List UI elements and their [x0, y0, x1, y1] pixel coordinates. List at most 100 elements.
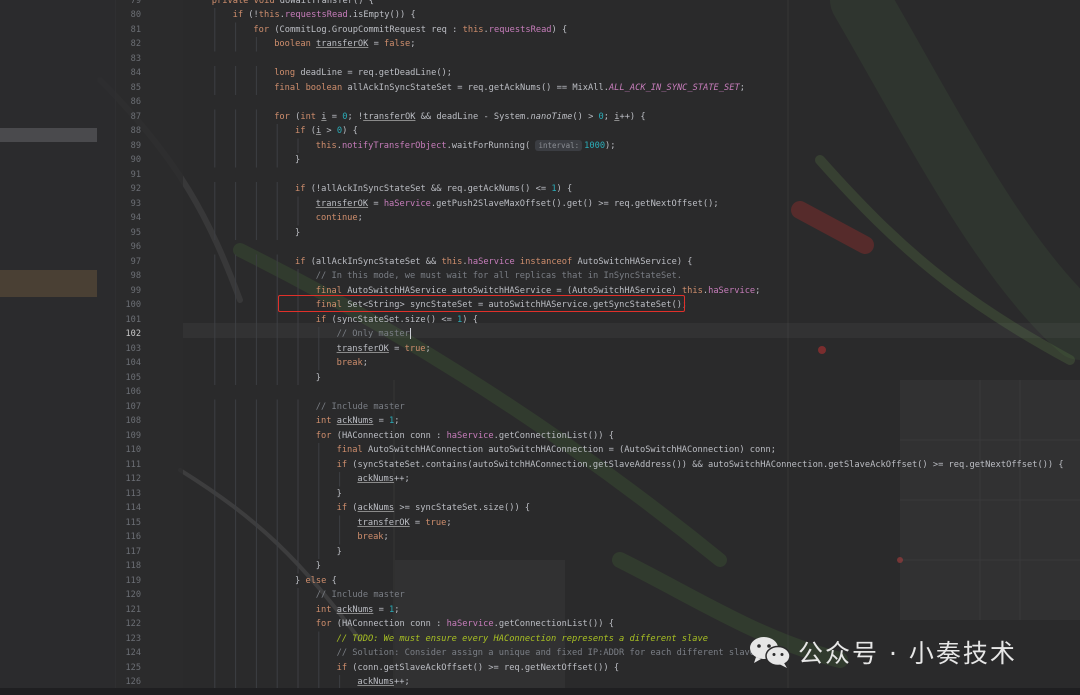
line-number[interactable]: 120	[115, 588, 141, 603]
code-line[interactable]: // Include master	[316, 400, 405, 415]
line-number[interactable]: 124	[115, 646, 141, 661]
code-token: .getConnectionList()) {	[493, 430, 614, 441]
code-token: ;	[362, 358, 368, 368]
line-number[interactable]: 112	[115, 472, 141, 487]
line-number[interactable]: 99	[115, 284, 141, 299]
line-number[interactable]: 85	[115, 81, 141, 96]
line-number[interactable]: 109	[115, 429, 141, 444]
code-line[interactable]: // Include master	[316, 588, 405, 603]
code-line[interactable]: if (!allAckInSyncStateSet && req.getAckN…	[295, 182, 572, 197]
line-number[interactable]: 90	[115, 153, 141, 168]
line-number[interactable]: 115	[115, 516, 141, 531]
line-number[interactable]: 111	[115, 458, 141, 473]
code-token: final	[336, 445, 368, 455]
code-line[interactable]: }	[295, 153, 300, 168]
code-line[interactable]: if (allAckInSyncStateSet && this.haServi…	[295, 255, 693, 270]
line-number[interactable]: 81	[115, 23, 141, 38]
code-token: this	[315, 140, 337, 151]
code-line[interactable]: for (HAConnection conn : haService.getCo…	[316, 429, 614, 444]
line-number[interactable]: 121	[115, 603, 141, 618]
code-line[interactable]: // In this mode, we must wait for all re…	[316, 269, 682, 284]
project-tree-item[interactable]	[0, 270, 97, 284]
project-tree-selection[interactable]	[0, 128, 97, 142]
code-line[interactable]: if (i > 0) {	[295, 124, 358, 139]
code-line[interactable]: }	[295, 226, 300, 241]
line-number[interactable]: 123	[115, 632, 141, 647]
code-token: transferOK	[336, 343, 389, 354]
line-number[interactable]: 83	[115, 52, 141, 67]
code-line[interactable]: }	[316, 371, 321, 386]
line-number[interactable]: 104	[115, 356, 141, 371]
line-number[interactable]: 100	[115, 298, 141, 313]
line-number[interactable]: 102	[115, 327, 141, 342]
line-number[interactable]: 92	[115, 182, 141, 197]
code-line[interactable]: ackNums++;	[357, 472, 409, 487]
watermark: 公众号 · 小奏技术	[748, 632, 1017, 672]
code-line[interactable]: // TODO: We must ensure every HAConnecti…	[337, 632, 708, 647]
code-line[interactable]: final boolean allAckInSyncStateSet = req…	[274, 81, 745, 96]
line-number[interactable]: 106	[115, 385, 141, 400]
line-number[interactable]: 84	[115, 66, 141, 81]
code-line[interactable]: long deadLine = req.getDeadLine();	[274, 66, 452, 81]
code-line[interactable]: if (!this.requestsRead.isEmpty()) {	[233, 8, 416, 23]
line-number[interactable]: 118	[115, 559, 141, 574]
code-line[interactable]: if (ackNums >= syncStateSet.size()) {	[337, 501, 531, 516]
line-number[interactable]: 98	[115, 269, 141, 284]
code-editor[interactable]: private void doWaitTransfer() {if (!this…	[183, 0, 1080, 695]
line-number[interactable]: 89	[115, 139, 141, 154]
line-number[interactable]: 88	[115, 124, 141, 139]
code-line[interactable]: private void doWaitTransfer() {	[212, 0, 374, 8]
line-number[interactable]: 86	[115, 95, 141, 110]
line-number[interactable]: 97	[115, 255, 141, 270]
line-number[interactable]: 93	[115, 197, 141, 212]
code-line[interactable]: if (syncStateSet.contains(autoSwitchHACo…	[337, 458, 1064, 473]
code-token: .isEmpty()) {	[347, 10, 416, 20]
line-number[interactable]: 110	[115, 443, 141, 458]
line-number[interactable]: 105	[115, 371, 141, 386]
code-token: 1000	[584, 140, 606, 151]
code-line[interactable]: boolean transferOK = false;	[274, 37, 415, 52]
code-line[interactable]: transferOK = haService.getPush2SlaveMaxO…	[316, 197, 719, 212]
line-number[interactable]: 107	[115, 400, 141, 415]
line-number[interactable]: 91	[115, 168, 141, 183]
line-number[interactable]: 113	[115, 487, 141, 502]
code-line[interactable]: for (int i = 0; !transferOK && deadLine …	[274, 110, 645, 125]
line-number[interactable]: 116	[115, 530, 141, 545]
code-line[interactable]: if (syncStateSet.size() <= 1) {	[316, 313, 478, 328]
line-number[interactable]: 96	[115, 240, 141, 255]
code-line[interactable]: }	[337, 545, 342, 560]
code-line[interactable]: for (CommitLog.GroupCommitRequest req : …	[253, 23, 567, 38]
code-line[interactable]: break;	[337, 356, 368, 371]
code-line[interactable]: } else {	[295, 574, 337, 589]
line-number[interactable]: 114	[115, 501, 141, 516]
code-line[interactable]: }	[316, 559, 321, 574]
code-line[interactable]: }	[337, 487, 342, 502]
code-token: haService	[446, 430, 494, 441]
line-number[interactable]: 103	[115, 342, 141, 357]
line-number[interactable]: 117	[115, 545, 141, 560]
project-tree-item[interactable]	[0, 283, 97, 297]
code-line[interactable]: if (conn.getSlaveAckOffset() >= req.getN…	[337, 661, 619, 676]
line-number[interactable]: 80	[115, 8, 141, 23]
line-number[interactable]: 125	[115, 661, 141, 676]
line-number[interactable]: 94	[115, 211, 141, 226]
code-line[interactable]: // Only master	[337, 327, 411, 342]
code-line[interactable]: // Solution: Consider assign a unique an…	[337, 646, 755, 661]
line-number[interactable]: 101	[115, 313, 141, 328]
code-line[interactable]: continue;	[316, 211, 363, 226]
line-number[interactable]: 122	[115, 617, 141, 632]
code-line[interactable]: break;	[357, 530, 388, 545]
line-number[interactable]: 119	[115, 574, 141, 589]
code-line[interactable]: for (HAConnection conn : haService.getCo…	[316, 617, 614, 632]
line-number[interactable]: 79	[115, 0, 141, 8]
code-line[interactable]: transferOK = true;	[357, 516, 451, 531]
code-line[interactable]: final AutoSwitchHAConnection autoSwitchH…	[337, 443, 776, 458]
line-number[interactable]: 82	[115, 37, 141, 52]
code-line[interactable]: transferOK = true;	[337, 342, 431, 357]
code-line[interactable]: int ackNums = 1;	[316, 414, 400, 429]
line-number[interactable]: 108	[115, 414, 141, 429]
line-number[interactable]: 87	[115, 110, 141, 125]
code-line[interactable]: int ackNums = 1;	[316, 603, 400, 618]
code-line[interactable]: this.notifyTransferObject.waitForRunning…	[316, 139, 616, 154]
line-number[interactable]: 95	[115, 226, 141, 241]
